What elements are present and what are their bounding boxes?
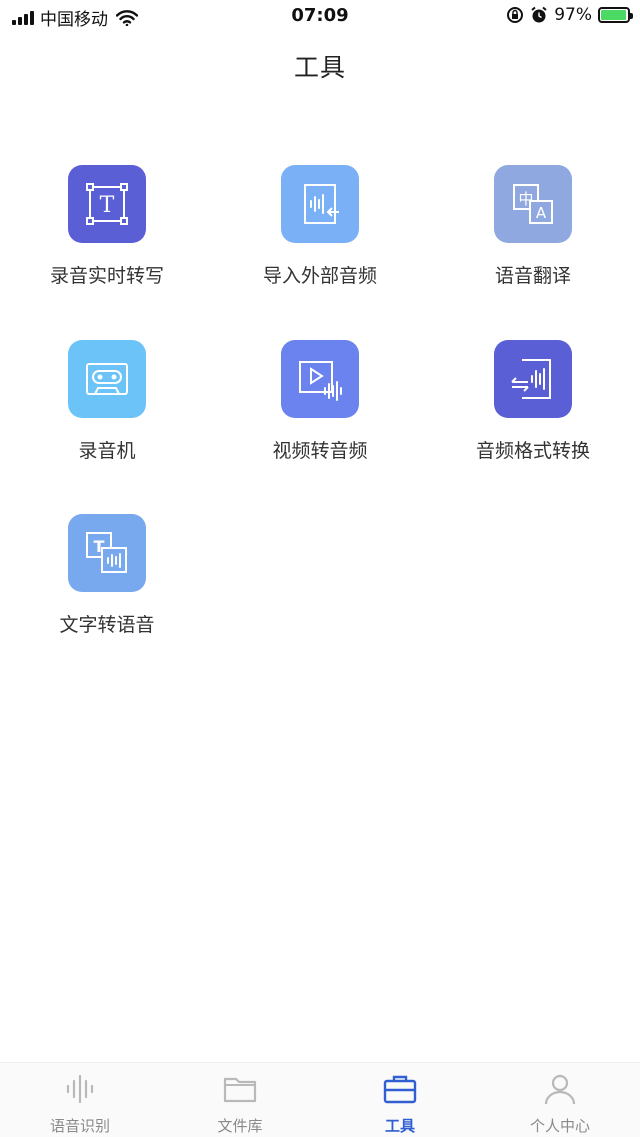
- tool-label: 视频转音频: [272, 440, 368, 462]
- tab-speech-recognition[interactable]: 语音识别: [0, 1063, 160, 1137]
- text-frame-icon: T: [86, 183, 128, 225]
- tool-text-to-speech[interactable]: T 文字转语音: [0, 514, 214, 637]
- alarm-icon: [531, 6, 547, 23]
- tools-screen: 中国移动 07:09 97% 工具 T 录音实时转写 导入外部音频 中 A 语音…: [0, 0, 640, 1137]
- video-to-audio-icon: [299, 361, 342, 401]
- tab-label: 语音识别: [49, 1117, 110, 1135]
- tool-label: 文字转语音: [59, 614, 155, 636]
- tab-tools[interactable]: 工具: [320, 1063, 480, 1137]
- battery-icon: [598, 7, 633, 23]
- tool-voice-translation[interactable]: 中 A 语音翻译: [426, 165, 640, 288]
- toolbox-icon: [383, 1075, 417, 1104]
- folder-icon: [223, 1077, 257, 1103]
- tool-label: 音频格式转换: [475, 440, 590, 462]
- tab-file-library[interactable]: 文件库: [160, 1063, 320, 1137]
- waveform-icon: [66, 1074, 94, 1104]
- translate-icon: 中 A: [513, 184, 553, 224]
- tool-label: 语音翻译: [494, 265, 571, 287]
- tool-video-to-audio[interactable]: 视频转音频: [213, 340, 427, 463]
- tool-import-audio[interactable]: 导入外部音频: [213, 165, 427, 288]
- tool-icon-bg: [68, 340, 146, 418]
- orientation-lock-icon: [507, 7, 524, 23]
- cassette-icon: [86, 363, 128, 395]
- tool-recorder[interactable]: 录音机: [0, 340, 214, 463]
- tab-label: 个人中心: [529, 1117, 590, 1135]
- tool-realtime-transcription[interactable]: T 录音实时转写: [0, 165, 214, 288]
- tool-icon-bg: [494, 340, 572, 418]
- status-bar: 中国移动 07:09 97%: [0, 0, 640, 34]
- tab-label: 工具: [384, 1117, 415, 1135]
- tool-icon-bg: 中 A: [494, 165, 572, 243]
- tab-personal-center[interactable]: 个人中心: [480, 1063, 640, 1137]
- battery-percent: 97%: [554, 5, 592, 25]
- tool-icon-bg: [281, 165, 359, 243]
- tab-bar: 语音识别 文件库 工具 个人中心: [0, 1062, 640, 1137]
- tool-label: 导入外部音频: [262, 265, 377, 287]
- tool-audio-format-convert[interactable]: 音频格式转换: [426, 340, 640, 463]
- audio-convert-icon: [511, 359, 551, 399]
- svg-text:A: A: [536, 204, 547, 222]
- tab-label: 文件库: [217, 1117, 263, 1135]
- svg-text:T: T: [100, 193, 115, 218]
- page-title: 工具: [293, 53, 346, 82]
- tool-label: 录音实时转写: [49, 265, 164, 287]
- tool-label: 录音机: [78, 440, 136, 462]
- tool-icon-bg: T: [68, 514, 146, 592]
- import-audio-icon: [304, 184, 339, 224]
- user-icon: [544, 1074, 576, 1105]
- tool-icon-bg: T: [68, 165, 146, 243]
- tool-icon-bg: [281, 340, 359, 418]
- text-to-speech-icon: T: [86, 532, 127, 573]
